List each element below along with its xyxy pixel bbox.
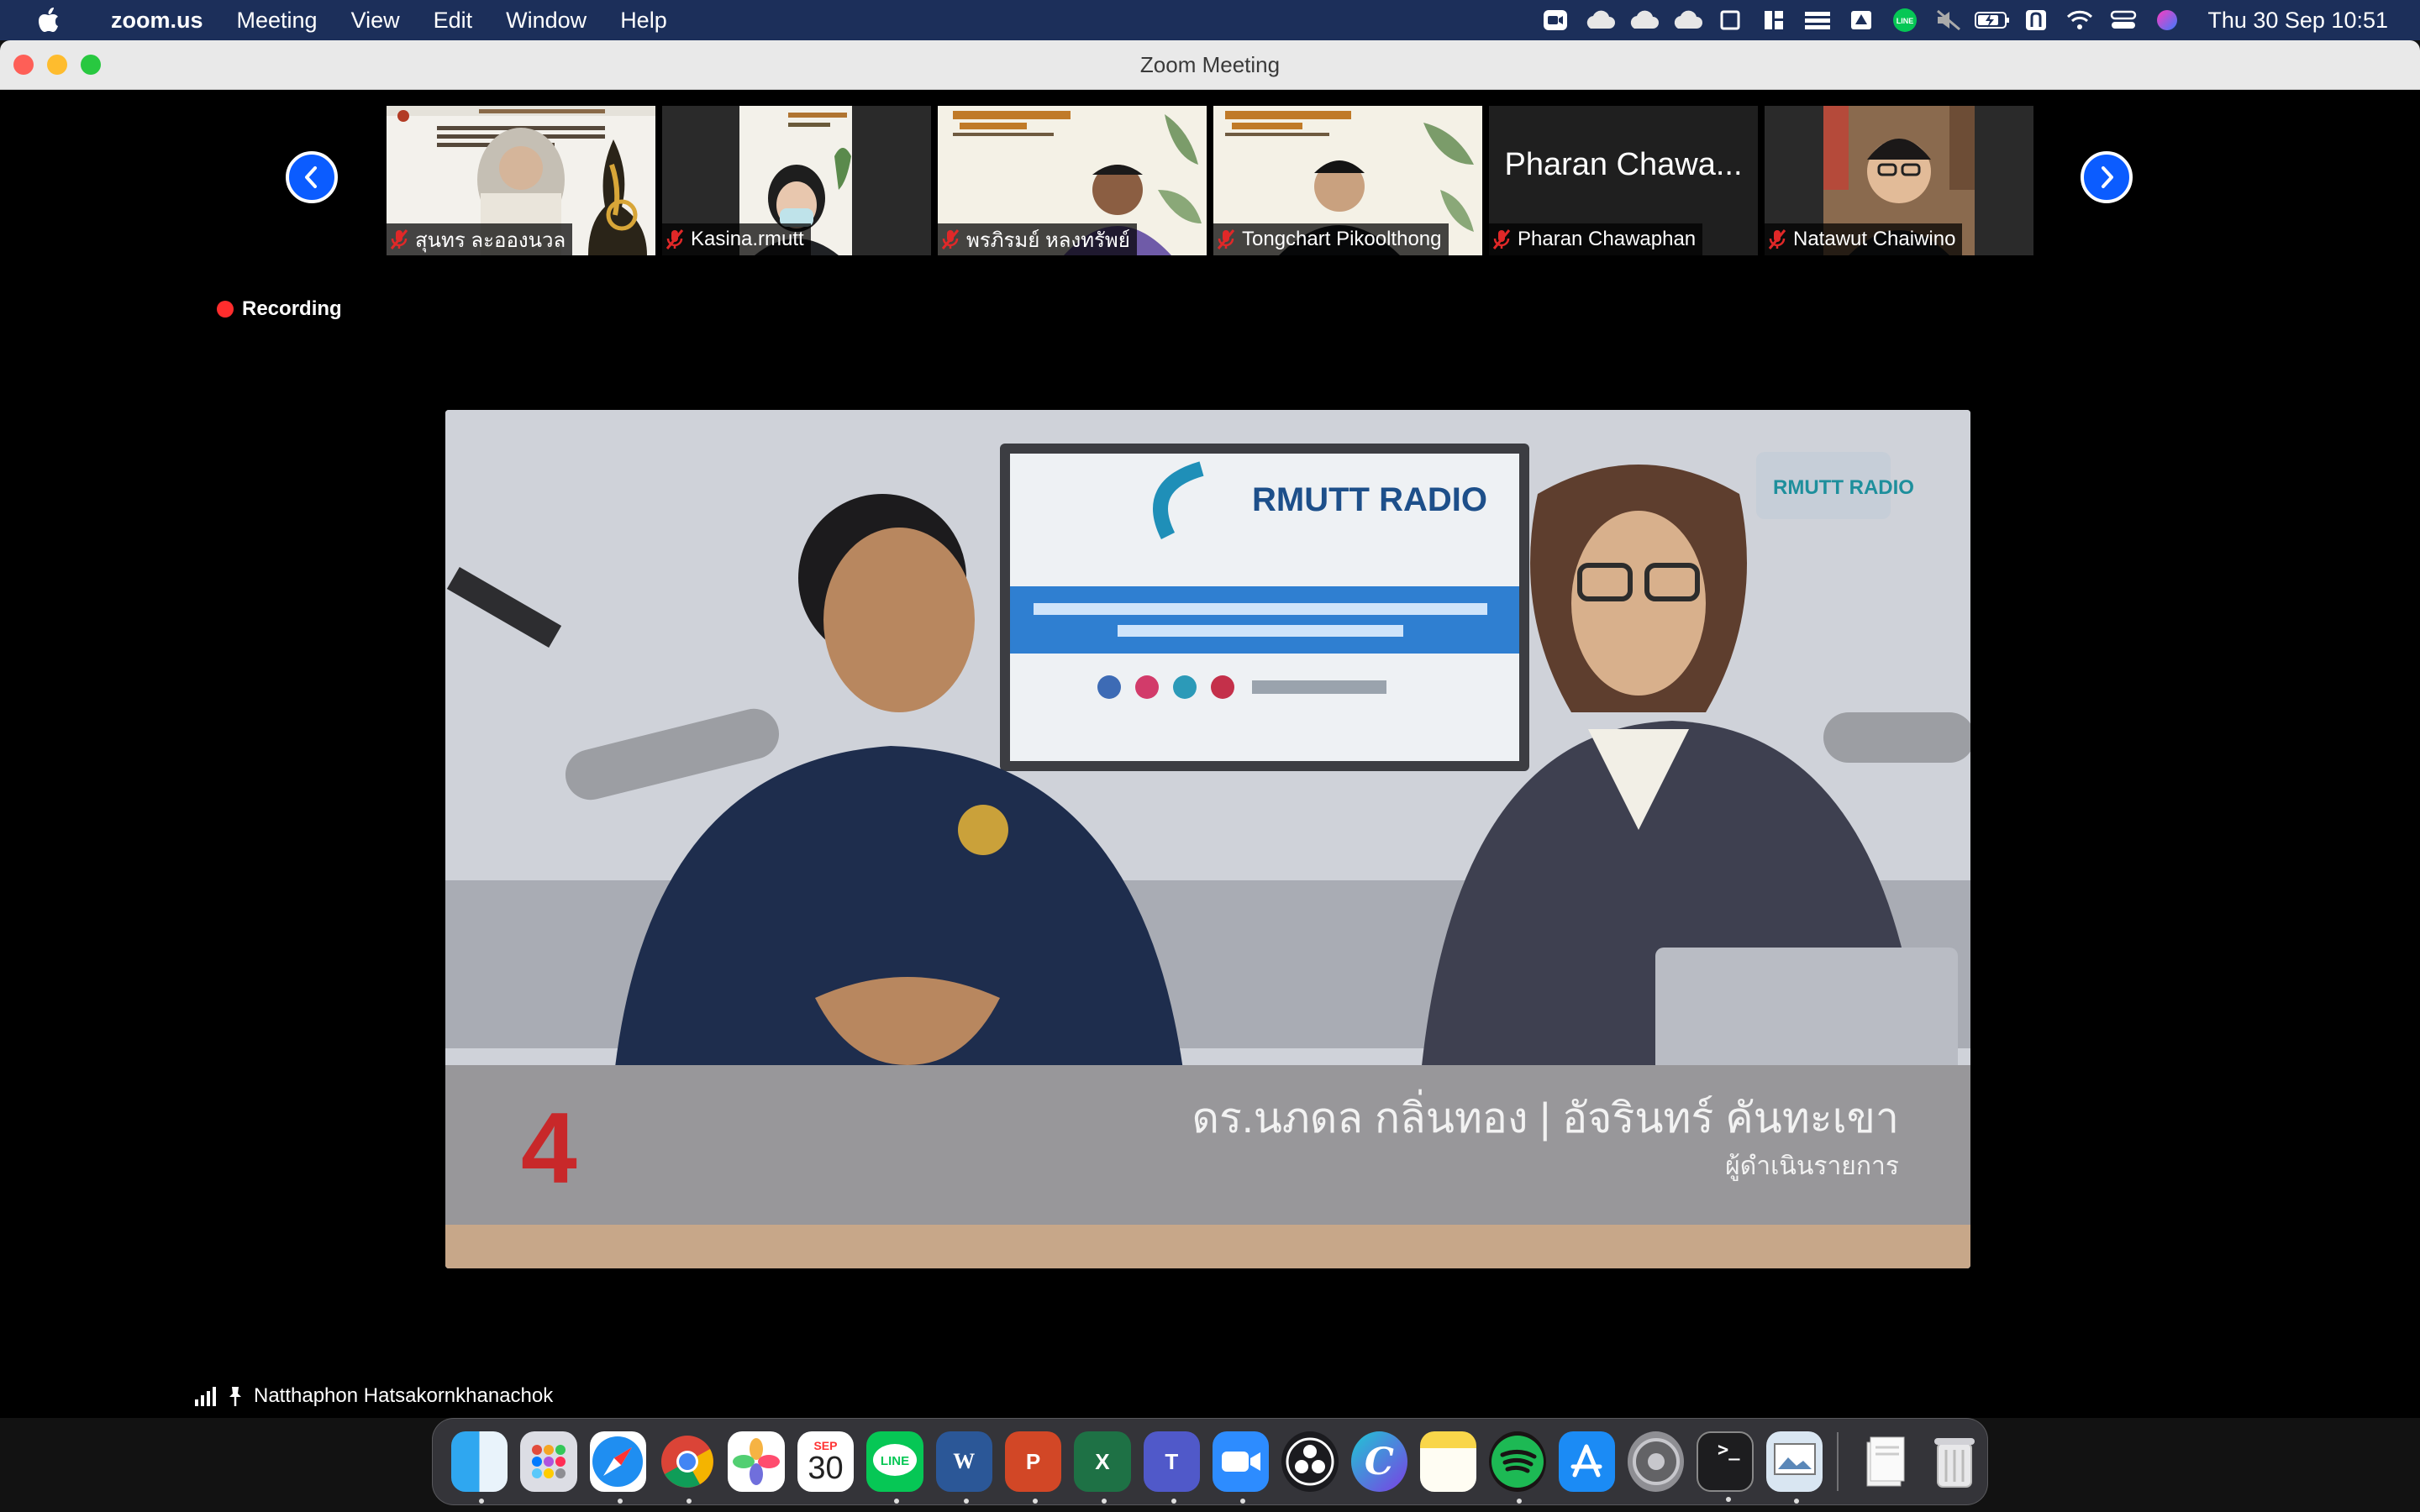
line-app-icon[interactable]: LINE	[866, 1431, 923, 1504]
minimize-window-button[interactable]	[47, 55, 67, 75]
previous-page-button[interactable]	[286, 151, 338, 203]
window-title: Zoom Meeting	[1139, 51, 1281, 77]
menubar-clock[interactable]: Thu 30 Sep 10:51	[2189, 8, 2420, 34]
close-window-button[interactable]	[13, 55, 34, 75]
downloads-stack-icon[interactable]	[1857, 1431, 1913, 1492]
muted-mic-icon	[941, 229, 960, 249]
participant-name: พรภิรมย์ หลงทรัพย์	[966, 228, 1130, 252]
stack-icon[interactable]	[1796, 0, 1839, 40]
participant-name: Pharan Chawaphan	[1518, 228, 1697, 250]
calendar-day: 30	[808, 1451, 844, 1486]
word-icon[interactable]: W	[935, 1431, 992, 1504]
cloud-icon[interactable]	[1621, 0, 1665, 40]
channel-badge: 4	[521, 1092, 577, 1205]
menu-meeting[interactable]: Meeting	[220, 8, 334, 34]
svg-text:LINE: LINE	[1897, 17, 1914, 25]
app-menu-zoom[interactable]: zoom.us	[94, 8, 220, 34]
participant-tile[interactable]: Tongchart Pikoolthong	[1213, 106, 1482, 255]
control-center-icon[interactable]	[2102, 0, 2145, 40]
launchpad-icon[interactable]	[520, 1431, 577, 1492]
zoom-meeting-window: Zoom Meeting สุนทร ละอองนวล Kasina.rmutt…	[0, 40, 2420, 1418]
participant-name: Natawut Chaiwino	[1793, 228, 1956, 250]
participant-label: Kasina.rmutt	[662, 223, 811, 255]
participant-tile[interactable]: พรภิรมย์ หลงทรัพย์	[938, 106, 1207, 255]
system-preferences-icon[interactable]	[1628, 1431, 1685, 1492]
monitor-logo-text: RMUTT RADIO	[1252, 481, 1487, 518]
shared-video: RMUTT RADIO RMUTT RADIO ดร.นภดล กลิ่นทอง…	[445, 410, 1970, 1268]
thai-input-icon[interactable]	[2014, 0, 2058, 40]
participant-tile[interactable]: สุนทร ละอองนวล	[387, 106, 655, 255]
recording-label: Recording	[242, 297, 342, 320]
svg-text:LINE: LINE	[881, 1454, 909, 1468]
battery-icon[interactable]	[1970, 0, 2014, 40]
obs-icon[interactable]	[1281, 1431, 1339, 1492]
safari-icon[interactable]	[589, 1431, 647, 1504]
menu-help[interactable]: Help	[603, 8, 684, 34]
recording-indicator[interactable]: Recording	[217, 297, 342, 321]
dock: SEP 30 LINE W P X T C >_	[432, 1418, 1988, 1505]
app-store-icon[interactable]	[1558, 1431, 1616, 1492]
teams-icon[interactable]: T	[1143, 1431, 1200, 1504]
signal-strength-icon	[195, 1387, 216, 1406]
zoom-status-icon[interactable]	[1534, 0, 1577, 40]
menu-bar: zoom.us Meeting View Edit Window Help LI…	[0, 0, 2420, 40]
muted-mic-icon	[666, 229, 684, 249]
lower-third-names: ดร.นภดล กลิ่นทอง | อัจรินทร์ คันทะเขา	[1192, 1089, 1899, 1142]
participant-display-name: Pharan Chawa...	[1504, 146, 1743, 182]
cloud-icon[interactable]	[1577, 0, 1621, 40]
preview-icon[interactable]	[1766, 1431, 1823, 1504]
participant-label: สุนทร ละอองนวล	[387, 223, 573, 255]
mute-icon[interactable]	[1927, 0, 1970, 40]
chrome-icon[interactable]	[659, 1431, 715, 1504]
next-page-button[interactable]	[2081, 151, 2133, 203]
drive-icon[interactable]	[1839, 0, 1883, 40]
muted-mic-icon	[1492, 229, 1511, 249]
zoom-app-icon[interactable]	[1212, 1431, 1270, 1504]
wifi-icon[interactable]	[2058, 0, 2102, 40]
finder-icon[interactable]	[451, 1431, 508, 1504]
participant-tile[interactable]: Kasina.rmutt	[662, 106, 931, 255]
participant-name: Tongchart Pikoolthong	[1242, 228, 1442, 250]
participant-name: Kasina.rmutt	[691, 228, 804, 250]
menu-edit[interactable]: Edit	[417, 8, 490, 34]
radio-studio-scene: RMUTT RADIO RMUTT RADIO ดร.นภดล กลิ่นทอง…	[445, 410, 1970, 1268]
cloud-icon[interactable]	[1665, 0, 1708, 40]
lower-third-role: ผู้ดำเนินรายการ	[1725, 1152, 1899, 1181]
corner-logo-text: RMUTT RADIO	[1773, 476, 1914, 499]
active-speaker-name: Natthaphon Hatsakornkhanachok	[254, 1384, 554, 1407]
menu-window[interactable]: Window	[489, 8, 603, 34]
apple-icon[interactable]	[25, 0, 72, 40]
fullscreen-window-button[interactable]	[81, 55, 101, 75]
screen-icon[interactable]	[1708, 0, 1752, 40]
excel-icon[interactable]: X	[1074, 1431, 1131, 1504]
participant-label: Pharan Chawaphan	[1489, 223, 1703, 255]
recording-dot-icon	[217, 301, 234, 318]
spotify-icon[interactable]	[1489, 1431, 1546, 1504]
dock-separator	[1837, 1432, 1839, 1491]
participant-tile[interactable]: Pharan Chawa... Pharan Chawaphan	[1489, 106, 1758, 255]
muted-mic-icon	[1768, 229, 1786, 249]
trash-icon[interactable]	[1927, 1431, 1983, 1492]
participant-label: Natawut Chaiwino	[1765, 223, 1963, 255]
powerpoint-icon[interactable]: P	[1004, 1431, 1062, 1504]
active-speaker-bar: Natthaphon Hatsakornkhanachok	[193, 1384, 553, 1408]
participant-name: สุนทร ละอองนวล	[415, 228, 566, 252]
line-icon[interactable]: LINE	[1883, 0, 1927, 40]
terminal-icon[interactable]: >_	[1697, 1431, 1754, 1502]
photos-icon[interactable]	[728, 1431, 785, 1492]
participant-tile[interactable]: Natawut Chaiwino	[1765, 106, 2033, 255]
muted-mic-icon	[390, 229, 408, 249]
calendar-icon[interactable]: SEP 30	[797, 1431, 855, 1492]
muted-mic-icon	[1217, 229, 1235, 249]
layout-icon[interactable]	[1752, 0, 1796, 40]
participant-label: Tongchart Pikoolthong	[1213, 223, 1449, 255]
canva-icon[interactable]: C	[1350, 1431, 1408, 1492]
notes-icon[interactable]	[1420, 1431, 1477, 1492]
menu-view[interactable]: View	[334, 8, 417, 34]
window-titlebar: Zoom Meeting	[0, 40, 2420, 90]
siri-icon[interactable]	[2145, 0, 2189, 40]
active-speaker-stage[interactable]: Recording RMUTT RADIO RMUTT RADIO ดร.นภด…	[193, 274, 2227, 1418]
participant-label: พรภิรมย์ หลงทรัพย์	[938, 223, 1137, 255]
pin-icon	[229, 1387, 241, 1406]
